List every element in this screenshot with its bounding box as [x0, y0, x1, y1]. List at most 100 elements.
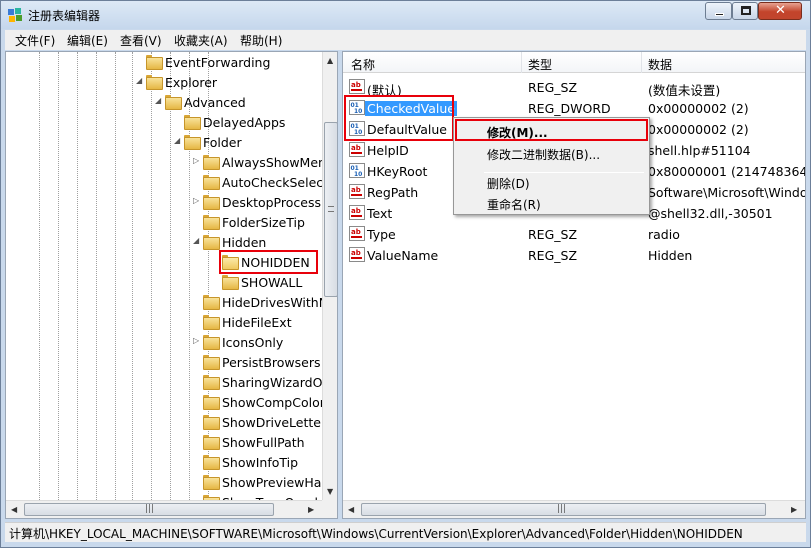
- scroll-down-icon[interactable]: ▼: [327, 487, 333, 496]
- svg-text:10: 10: [354, 171, 362, 178]
- tree-guide-line: [39, 52, 40, 500]
- tree-node[interactable]: HideDrivesWithN: [191, 292, 337, 312]
- scroll-up-icon[interactable]: ▲: [327, 56, 333, 65]
- tree-node[interactable]: HideFileExt: [191, 312, 337, 332]
- binary-value-icon: 01 10: [349, 163, 365, 178]
- tree-node-label: HideDrivesWithN: [222, 295, 329, 310]
- menu-favorites[interactable]: 收藏夹(A): [174, 32, 228, 49]
- value-data: 0x00000002 (2): [648, 101, 749, 116]
- tree-node[interactable]: ◢ Folder: [172, 132, 337, 152]
- tree-node[interactable]: EventForwarding: [134, 52, 334, 72]
- maximize-button[interactable]: [732, 2, 758, 20]
- list-row[interactable]: ab ValueName REG_SZ Hidden: [343, 244, 805, 265]
- scroll-left-icon[interactable]: ◀: [11, 505, 17, 514]
- tree-node[interactable]: ◢ Explorer: [134, 72, 334, 92]
- tree-node-label: ShowPreviewHar: [222, 475, 327, 490]
- list-hscroll-thumb[interactable]: |||: [361, 503, 766, 516]
- menu-rename[interactable]: 重命名(R): [457, 193, 646, 213]
- menu-modify-binary[interactable]: 修改二进制数据(B)...: [457, 143, 646, 163]
- tree-node[interactable]: ◢ Advanced: [153, 92, 337, 112]
- value-type: REG_SZ: [528, 248, 578, 263]
- tree-node-label: IconsOnly: [222, 335, 284, 350]
- tree-vertical-scrollbar[interactable]: ▲ ▼: [322, 52, 337, 500]
- list-row[interactable]: ab (默认) REG_SZ (数值未设置): [343, 76, 805, 98]
- string-value-icon: ab: [349, 79, 365, 94]
- list-horizontal-scrollbar[interactable]: ◀ ||| ▶: [343, 500, 805, 518]
- collapse-arrow-icon[interactable]: ◢: [193, 236, 199, 245]
- tree-node[interactable]: PersistBrowsers: [191, 352, 337, 372]
- tree-node[interactable]: AutoCheckSelect: [191, 172, 337, 192]
- expand-arrow-icon[interactable]: ▷: [193, 156, 199, 165]
- menu-view[interactable]: 查看(V): [120, 32, 162, 49]
- folder-icon: [146, 55, 163, 70]
- tree-guide-line: [77, 52, 78, 500]
- title-bar[interactable]: 注册表编辑器 ✕: [1, 1, 810, 29]
- tree-node-label: DesktopProcess: [222, 195, 321, 210]
- list-row[interactable]: ab Type REG_SZ radio: [343, 223, 805, 244]
- menu-help[interactable]: 帮助(H): [240, 32, 282, 49]
- list-header: 名称 类型 数据: [343, 52, 805, 73]
- tree-scroll-thumb[interactable]: [324, 122, 337, 297]
- column-divider[interactable]: [521, 52, 522, 73]
- tree-node[interactable]: ShowInfoTip: [191, 452, 337, 472]
- menu-edit[interactable]: 编辑(E): [67, 32, 108, 49]
- string-value-icon: ab: [349, 247, 365, 262]
- tree-node[interactable]: ShowCompColor: [191, 392, 337, 412]
- grip-icon: [328, 206, 334, 212]
- value-type: REG_SZ: [528, 80, 578, 95]
- minimize-button[interactable]: [705, 2, 732, 20]
- menu-delete[interactable]: 删除(D): [457, 172, 646, 192]
- value-name: Type: [367, 227, 396, 242]
- menu-file[interactable]: 文件(F): [15, 32, 55, 49]
- value-name: ValueName: [367, 248, 439, 263]
- column-name[interactable]: 名称: [351, 56, 375, 73]
- tree-node[interactable]: SharingWizardO: [191, 372, 337, 392]
- folder-icon: [203, 195, 220, 210]
- expand-arrow-icon[interactable]: ▷: [193, 336, 199, 345]
- maximize-icon: [741, 6, 751, 15]
- value-data: Software\Microsoft\Windo: [648, 185, 806, 200]
- expand-arrow-icon[interactable]: ▷: [193, 196, 199, 205]
- value-type: REG_SZ: [528, 227, 578, 242]
- grip-icon: |||: [557, 504, 567, 514]
- collapse-arrow-icon[interactable]: ◢: [174, 136, 180, 145]
- scroll-right-icon[interactable]: ▶: [308, 505, 314, 514]
- svg-text:ab: ab: [351, 249, 361, 257]
- collapse-arrow-icon[interactable]: ◢: [136, 76, 142, 85]
- close-button[interactable]: ✕: [758, 2, 802, 20]
- tree-node-label: SharingWizardO: [222, 375, 323, 390]
- tree-node[interactable]: ▷ IconsOnly: [191, 332, 337, 352]
- svg-text:ab: ab: [351, 186, 361, 194]
- tree-node[interactable]: ShowDriveLetter: [191, 412, 337, 432]
- column-type[interactable]: 类型: [528, 56, 552, 73]
- value-name: HKeyRoot: [367, 164, 428, 179]
- tree-node-label: Hidden: [222, 235, 267, 250]
- value-name: HelpID: [367, 143, 409, 158]
- menu-rename-label: 重命名(R): [487, 198, 541, 212]
- tree-hscroll-thumb[interactable]: |||: [24, 503, 274, 516]
- tree-node[interactable]: FolderSizeTip: [191, 212, 337, 232]
- scroll-right-icon[interactable]: ▶: [791, 505, 797, 514]
- value-data: 0x80000001 (2147483649): [648, 164, 806, 179]
- tree-horizontal-scrollbar[interactable]: ◀ ||| ▶: [6, 500, 322, 518]
- collapse-arrow-icon[interactable]: ◢: [155, 96, 161, 105]
- tree-node-label: Folder: [203, 135, 242, 150]
- tree-node-label: AlwaysShowMen: [222, 155, 326, 170]
- tree-node[interactable]: DelayedApps: [172, 112, 337, 132]
- column-divider[interactable]: [641, 52, 642, 73]
- modify-highlight-box: [455, 119, 648, 141]
- scroll-left-icon[interactable]: ◀: [348, 505, 354, 514]
- tree-node[interactable]: ▷ AlwaysShowMen: [191, 152, 337, 172]
- registry-editor-window: 注册表编辑器 ✕ 文件(F) 编辑(E) 查看(V) 收藏夹(A) 帮助(H) …: [0, 0, 811, 548]
- key-tree-pane[interactable]: EventForwarding ◢ Explorer ◢ Advanced Delayed…: [5, 51, 338, 519]
- tree-node-label: ShowInfoTip: [222, 455, 299, 470]
- tree-node[interactable]: SHOWALL: [210, 272, 337, 292]
- tree-guide-line: [170, 52, 171, 500]
- tree-node[interactable]: ShowPreviewHar: [191, 472, 337, 492]
- tree-node[interactable]: ◢ Hidden: [191, 232, 337, 252]
- tree-node[interactable]: ShowFullPath: [191, 432, 337, 452]
- tree-node[interactable]: ▷ DesktopProcess: [191, 192, 337, 212]
- menu-modify-binary-label: 修改二进制数据(B)...: [487, 148, 601, 162]
- selected-values-highlight-box: [344, 95, 454, 141]
- column-data[interactable]: 数据: [648, 56, 672, 73]
